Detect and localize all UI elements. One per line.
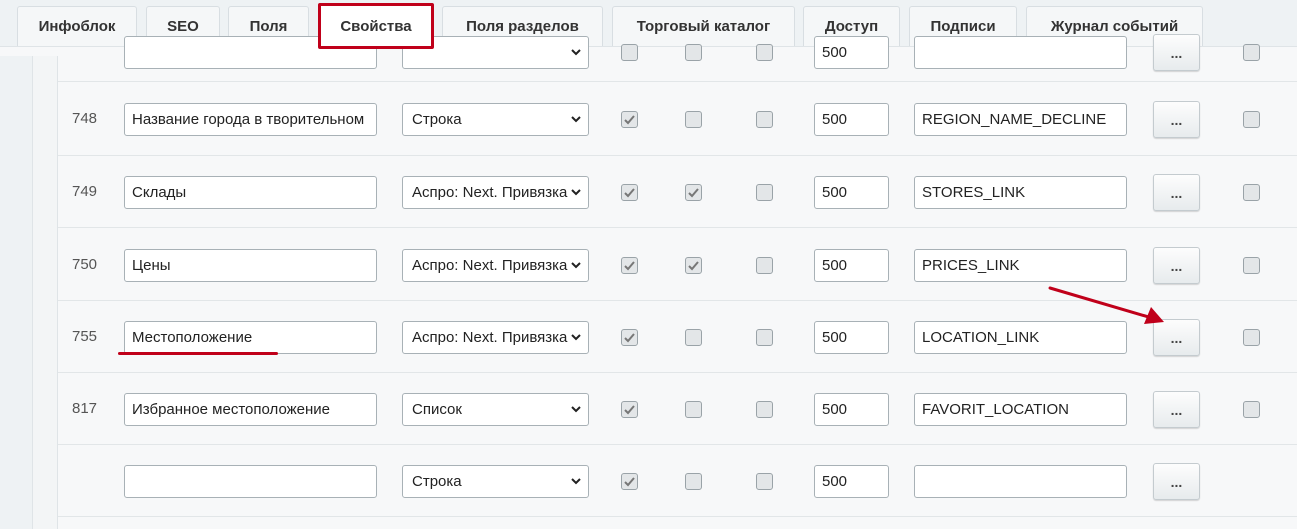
property-flag-checkbox[interactable]: [685, 257, 702, 274]
checkmark-icon: [688, 261, 699, 271]
chevron-down-icon: [571, 406, 581, 413]
property-flag-checkbox[interactable]: [685, 473, 702, 490]
property-flag-checkbox[interactable]: [621, 401, 638, 418]
property-settings-button[interactable]: ...: [1153, 101, 1200, 138]
property-flag-checkbox[interactable]: [621, 184, 638, 201]
property-delete-checkbox[interactable]: [1243, 329, 1260, 346]
property-delete-checkbox[interactable]: [1243, 257, 1260, 274]
property-delete-checkbox[interactable]: [1243, 401, 1260, 418]
chevron-down-icon: [571, 116, 581, 123]
property-flag-checkbox[interactable]: [685, 401, 702, 418]
property-id: 748: [72, 110, 98, 127]
property-sort-input[interactable]: 500: [814, 465, 889, 498]
property-code-input[interactable]: FAVORIT_LOCATION: [914, 393, 1127, 426]
checkmark-icon: [624, 477, 635, 487]
property-code-input[interactable]: PRICES_LINK: [914, 249, 1127, 282]
highlight-underline: [118, 352, 278, 355]
property-settings-button[interactable]: ...: [1153, 463, 1200, 500]
property-flag-checkbox[interactable]: [685, 111, 702, 128]
property-flag-checkbox[interactable]: [685, 44, 702, 61]
checkmark-icon: [624, 115, 635, 125]
property-flag-checkbox[interactable]: [756, 329, 773, 346]
property-id: 750: [72, 255, 98, 273]
property-flag-checkbox[interactable]: [621, 329, 638, 346]
property-sort-input[interactable]: 500: [814, 393, 889, 426]
property-name-input[interactable]: Название города в творительном: [124, 103, 377, 136]
property-code-input[interactable]: [914, 36, 1127, 69]
property-type-value: Аспро: Next. Привязка: [412, 184, 568, 201]
property-flag-checkbox[interactable]: [685, 329, 702, 346]
chevron-down-icon: [571, 262, 581, 269]
property-settings-button[interactable]: ...: [1153, 247, 1200, 284]
tab-infoblock[interactable]: Инфоблок: [17, 6, 137, 46]
property-code-input[interactable]: REGION_NAME_DECLINE: [914, 103, 1127, 136]
property-name-input[interactable]: Избранное местоположение: [124, 393, 377, 426]
property-flag-checkbox[interactable]: [756, 111, 773, 128]
property-sort-input[interactable]: 500: [814, 176, 889, 209]
property-name-input[interactable]: Склады: [124, 176, 377, 209]
tab-properties[interactable]: Свойства: [318, 3, 434, 49]
property-id: 749: [72, 183, 98, 200]
frame-strip: [32, 56, 58, 529]
tab-trade-catalog[interactable]: Торговый каталог: [612, 6, 795, 46]
chevron-down-icon: [571, 478, 581, 485]
property-type-select[interactable]: Строка: [402, 465, 589, 498]
property-row: 500...: [58, 34, 1297, 82]
checkmark-icon: [624, 333, 635, 343]
property-sort-input[interactable]: 500: [814, 103, 889, 136]
property-flag-checkbox[interactable]: [756, 473, 773, 490]
property-code-input[interactable]: [914, 465, 1127, 498]
property-delete-checkbox[interactable]: [1243, 184, 1260, 201]
checkmark-icon: [624, 188, 635, 198]
property-delete-checkbox[interactable]: [1243, 111, 1260, 128]
property-flag-checkbox[interactable]: [756, 44, 773, 61]
red-arrow-icon: [1048, 286, 1164, 324]
property-type-select[interactable]: Строка: [402, 103, 589, 136]
property-row: 748 Название города в творительном Строка 5…: [58, 82, 1297, 156]
property-flag-checkbox[interactable]: [621, 111, 638, 128]
property-row: 749 Склады Аспро: Next. Привязка 500 STORES_…: [58, 156, 1297, 228]
property-sort-input[interactable]: 500: [814, 249, 889, 282]
property-sort-input[interactable]: 500: [814, 321, 889, 354]
property-flag-checkbox[interactable]: [621, 257, 638, 274]
property-sort-input[interactable]: 500: [814, 36, 889, 69]
frame-left: [0, 56, 32, 529]
property-type-value: Аспро: Next. Привязка: [412, 257, 568, 274]
property-type-value: Аспро: Next. Привязка: [412, 329, 568, 346]
checkmark-icon: [624, 405, 635, 415]
property-type-value: Список: [412, 401, 462, 418]
checkmark-icon: [624, 261, 635, 271]
property-row: 817 Избранное местоположение Список 500 FAVO…: [58, 373, 1297, 445]
chevron-down-icon: [571, 334, 581, 341]
property-settings-button[interactable]: ...: [1153, 174, 1200, 211]
property-id: 755: [72, 328, 98, 345]
property-type-select[interactable]: Список: [402, 393, 589, 426]
property-flag-checkbox[interactable]: [756, 401, 773, 418]
property-flag-checkbox[interactable]: [621, 44, 638, 61]
property-flag-checkbox[interactable]: [685, 184, 702, 201]
chevron-down-icon: [571, 189, 581, 196]
property-flag-checkbox[interactable]: [621, 473, 638, 490]
property-name-input[interactable]: [124, 465, 377, 498]
property-id: 817: [72, 400, 98, 417]
property-row: Строка 500...: [58, 445, 1297, 517]
property-type-select[interactable]: Аспро: Next. Привязка: [402, 249, 589, 282]
property-settings-button[interactable]: ...: [1153, 391, 1200, 428]
property-flag-checkbox[interactable]: [756, 257, 773, 274]
property-type-value: Строка: [412, 111, 462, 128]
property-type-value: Строка: [412, 473, 462, 490]
property-type-select[interactable]: Аспро: Next. Привязка: [402, 321, 589, 354]
property-name-input[interactable]: Местоположение: [124, 321, 377, 354]
property-settings-button[interactable]: ...: [1153, 34, 1200, 71]
property-name-input[interactable]: Цены: [124, 249, 377, 282]
property-flag-checkbox[interactable]: [756, 184, 773, 201]
checkmark-icon: [688, 188, 699, 198]
property-code-input[interactable]: STORES_LINK: [914, 176, 1127, 209]
property-type-select[interactable]: Аспро: Next. Привязка: [402, 176, 589, 209]
property-delete-checkbox[interactable]: [1243, 44, 1260, 61]
chevron-down-icon: [571, 49, 581, 56]
